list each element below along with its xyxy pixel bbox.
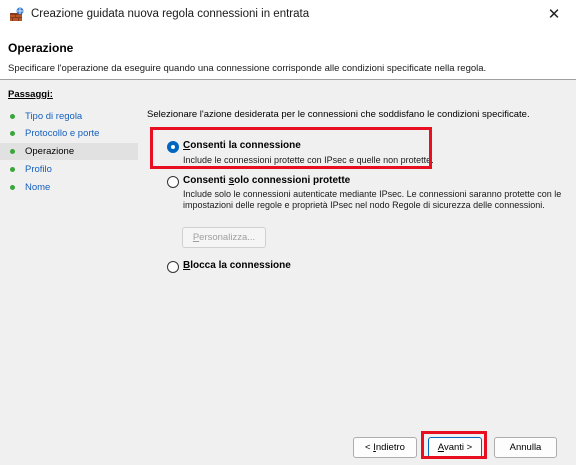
step-nome[interactable]: Nome bbox=[0, 179, 138, 196]
close-button[interactable]: ✕ bbox=[532, 0, 576, 30]
step-dot-icon bbox=[10, 149, 15, 154]
step-dot-icon bbox=[10, 114, 15, 119]
page-title: Operazione bbox=[8, 41, 74, 55]
back-button[interactable]: < Indietro bbox=[353, 437, 417, 458]
step-label: Protocollo e porte bbox=[25, 128, 100, 139]
step-dot-icon bbox=[10, 167, 15, 172]
option-blocca-label[interactable]: Blocca la connessione bbox=[183, 260, 291, 271]
intro-text: Selezionare l'azione desiderata per le c… bbox=[147, 109, 530, 120]
cancel-button[interactable]: Annulla bbox=[494, 437, 557, 458]
step-label: Nome bbox=[25, 182, 51, 193]
radio-blocca-connessione[interactable] bbox=[167, 261, 179, 273]
customize-button[interactable]: Personalizza... bbox=[182, 227, 266, 248]
step-dot-icon bbox=[10, 131, 15, 136]
step-protocollo-e-porte[interactable]: Protocollo e porte bbox=[0, 125, 138, 142]
option-solo-protette-label[interactable]: Consenti solo connessioni protette bbox=[183, 175, 350, 186]
step-tipo-di-regola[interactable]: Tipo di regola bbox=[0, 108, 138, 125]
option-solo-protette-description: Include solo le connessioni autenticate … bbox=[183, 189, 562, 210]
window-title: Creazione guidata nuova regola connessio… bbox=[31, 8, 310, 20]
step-label: Operazione bbox=[25, 146, 75, 157]
step-label: Tipo di regola bbox=[25, 111, 83, 122]
step-operazione[interactable]: Operazione bbox=[0, 143, 138, 160]
title-bar: Creazione guidata nuova regola connessio… bbox=[0, 0, 576, 30]
steps-sidebar: Passaggi: Tipo di regola Protocollo e po… bbox=[0, 80, 138, 465]
step-label: Profilo bbox=[25, 164, 52, 175]
steps-title: Passaggi: bbox=[8, 89, 53, 100]
step-dot-icon bbox=[10, 185, 15, 190]
highlight-box-next bbox=[421, 431, 487, 459]
highlight-box-option bbox=[150, 127, 432, 169]
radio-consenti-solo-protette[interactable] bbox=[167, 176, 179, 188]
close-icon: ✕ bbox=[547, 6, 561, 23]
page-header: Operazione Specificare l'operazione da e… bbox=[0, 30, 576, 80]
page-description: Specificare l'operazione da eseguire qua… bbox=[8, 63, 487, 74]
firewall-rule-icon bbox=[10, 7, 24, 21]
step-profilo[interactable]: Profilo bbox=[0, 161, 138, 178]
